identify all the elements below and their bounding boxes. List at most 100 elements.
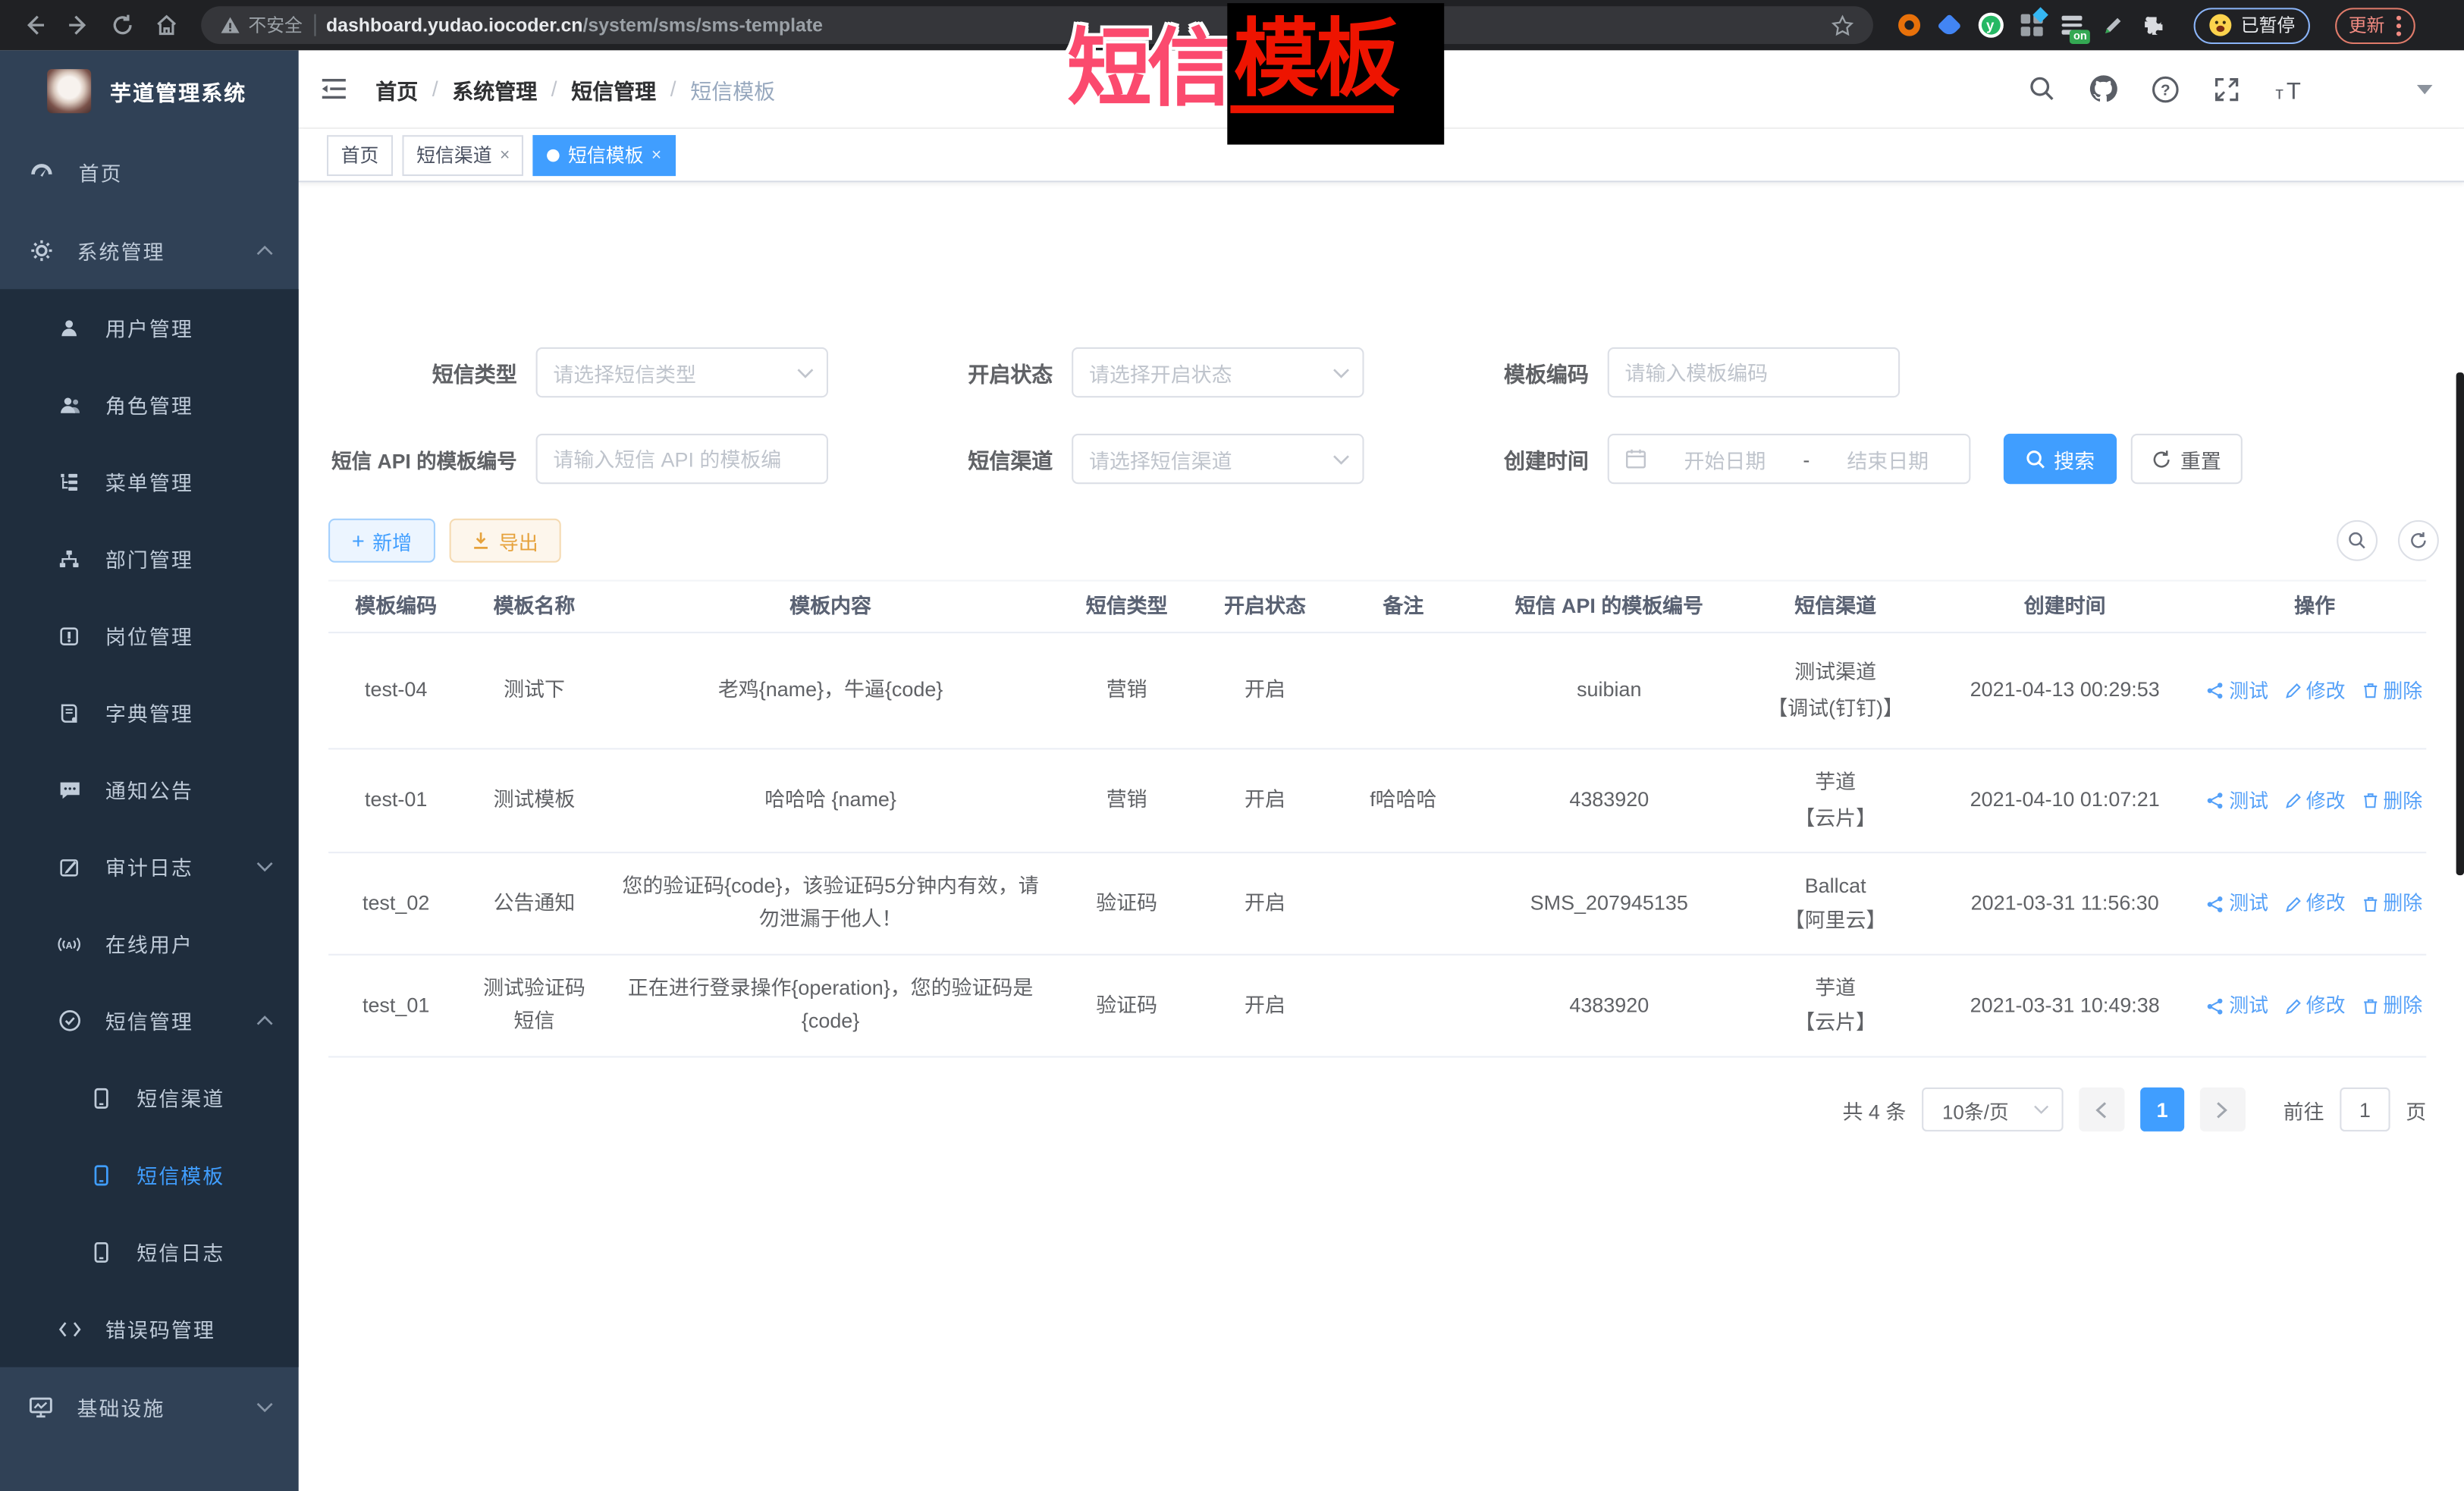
close-icon[interactable]: × bbox=[500, 146, 510, 165]
phone-icon bbox=[88, 1087, 113, 1109]
sidebar-item-infrastructure[interactable]: 基础设施 bbox=[0, 1367, 299, 1446]
next-page-button[interactable] bbox=[2200, 1088, 2246, 1132]
test-link[interactable]: 测试 bbox=[2207, 888, 2268, 919]
extension-pen-icon[interactable] bbox=[2099, 12, 2126, 39]
sidebar-item-error-codes[interactable]: 错误码管理 bbox=[0, 1290, 299, 1367]
delete-link[interactable]: 删除 bbox=[2361, 785, 2422, 816]
export-button[interactable]: 导出 bbox=[450, 519, 561, 563]
edit-link[interactable]: 修改 bbox=[2284, 990, 2346, 1021]
sidebar-item-sms[interactable]: 短信管理 bbox=[0, 982, 299, 1059]
app-logo-row[interactable]: 芋道管理系统 bbox=[0, 50, 299, 132]
sidebar-item-roles[interactable]: 角色管理 bbox=[0, 366, 299, 444]
tab-sms-channel[interactable]: 短信渠道 × bbox=[402, 134, 523, 175]
overlay-red-text: 模板 bbox=[1227, 3, 1444, 144]
sidebar-item-menus[interactable]: 菜单管理 bbox=[0, 443, 299, 520]
select-placeholder: 请选择开启状态 bbox=[1089, 357, 1232, 387]
search-icon[interactable] bbox=[2029, 75, 2055, 102]
tab-home[interactable]: 首页 bbox=[327, 134, 393, 175]
search-button[interactable]: 搜索 bbox=[2004, 434, 2117, 484]
chevron-right-icon bbox=[2217, 1100, 2230, 1118]
sms-channel-select[interactable]: 请选择短信渠道 bbox=[1072, 434, 1364, 484]
toggle-search-button[interactable] bbox=[2337, 520, 2378, 561]
sidebar-item-users[interactable]: 用户管理 bbox=[0, 289, 299, 366]
pagination-total: 共 4 条 bbox=[1842, 1094, 1906, 1124]
extension-onlist-icon[interactable]: on bbox=[2058, 12, 2085, 39]
breadcrumb-system[interactable]: 系统管理 bbox=[452, 73, 537, 104]
sidebar-item-sms-channel[interactable]: 短信渠道 bbox=[0, 1059, 299, 1137]
address-bar[interactable]: 不安全 dashboard.yudao.iocoder.cn/system/sm… bbox=[201, 6, 1873, 44]
extensions-puzzle-icon[interactable] bbox=[2140, 12, 2167, 39]
github-icon[interactable] bbox=[2089, 74, 2118, 103]
add-button[interactable]: + 新增 bbox=[328, 519, 435, 563]
reload-icon[interactable] bbox=[104, 6, 142, 44]
sidebar-item-dictionary[interactable]: 字典管理 bbox=[0, 674, 299, 752]
table-row[interactable]: test-04 测试下 老鸡{name}，牛逼{code} 营销 开启 suib… bbox=[328, 633, 2426, 749]
forward-icon[interactable] bbox=[60, 6, 98, 44]
extension-orange-ring-icon[interactable] bbox=[1895, 12, 1922, 39]
page-size-select[interactable]: 10条/页 bbox=[1922, 1088, 2063, 1132]
help-icon[interactable]: ? bbox=[2152, 74, 2180, 102]
user-avatar[interactable] bbox=[2341, 67, 2384, 110]
svg-text:?: ? bbox=[2161, 81, 2171, 99]
breadcrumb-sms[interactable]: 短信管理 bbox=[571, 73, 656, 104]
test-link[interactable]: 测试 bbox=[2207, 675, 2268, 706]
test-link[interactable]: 测试 bbox=[2207, 785, 2268, 816]
browser-menu-icon[interactable] bbox=[2396, 15, 2400, 36]
browser-update-button[interactable]: 更新 bbox=[2334, 7, 2415, 43]
browser-scrollbar-thumb[interactable] bbox=[2456, 372, 2464, 875]
edit-link[interactable]: 修改 bbox=[2284, 675, 2346, 706]
page-suffix: 页 bbox=[2406, 1094, 2426, 1124]
table-row[interactable]: test_02 公告通知 您的验证码{code}，该验证码5分钟内有效，请勿泄漏… bbox=[328, 853, 2426, 956]
test-link[interactable]: 测试 bbox=[2207, 990, 2268, 1021]
home-icon[interactable] bbox=[148, 6, 186, 44]
sidebar-item-system[interactable]: 系统管理 bbox=[0, 211, 299, 290]
tab-sms-template[interactable]: 短信模板 × bbox=[533, 134, 675, 175]
api-template-id-input[interactable] bbox=[553, 447, 811, 471]
security-warning[interactable]: 不安全 bbox=[220, 13, 303, 38]
back-icon[interactable] bbox=[16, 6, 54, 44]
delete-link[interactable]: 删除 bbox=[2361, 675, 2422, 706]
extension-y-icon[interactable]: y bbox=[1977, 12, 2004, 39]
sidebar-collapse-icon[interactable] bbox=[321, 77, 347, 101]
table-row[interactable]: test-01 测试模板 哈哈哈 {name} 营销 开启 f哈哈哈 43839… bbox=[328, 749, 2426, 853]
fullscreen-icon[interactable] bbox=[2212, 74, 2240, 102]
end-date-placeholder[interactable]: 结束日期 bbox=[1822, 444, 1954, 473]
sidebar-item-announcements[interactable]: 通知公告 bbox=[0, 751, 299, 828]
sidebar-item-label: 部门管理 bbox=[105, 544, 193, 573]
template-code-input[interactable] bbox=[1625, 361, 1883, 385]
refresh-table-button[interactable] bbox=[2398, 520, 2439, 561]
delete-link-label: 删除 bbox=[2383, 785, 2422, 816]
caret-down-icon[interactable] bbox=[2417, 84, 2433, 93]
extension-kite-icon[interactable] bbox=[1936, 12, 1963, 39]
extension-grid-icon[interactable] bbox=[2018, 12, 2045, 39]
sidebar-item-departments[interactable]: 部门管理 bbox=[0, 520, 299, 598]
goto-page-input[interactable] bbox=[2340, 1088, 2390, 1132]
delete-link-label: 删除 bbox=[2383, 990, 2422, 1021]
edit-link[interactable]: 修改 bbox=[2284, 888, 2346, 919]
delete-link[interactable]: 删除 bbox=[2361, 888, 2422, 919]
breadcrumb-separator: / bbox=[551, 77, 557, 101]
prev-page-button[interactable] bbox=[2079, 1088, 2124, 1132]
font-size-icon[interactable]: тT bbox=[2274, 76, 2309, 101]
table-row[interactable]: test_01 测试验证码短信 正在进行登录操作{operation}，您的验证… bbox=[328, 956, 2426, 1058]
sms-type-select[interactable]: 请选择短信类型 bbox=[536, 347, 828, 397]
date-range-picker[interactable]: 开始日期 - 结束日期 bbox=[1608, 434, 1971, 484]
breadcrumb-home[interactable]: 首页 bbox=[375, 73, 418, 104]
sidebar-item-sms-log[interactable]: 短信日志 bbox=[0, 1213, 299, 1291]
start-date-placeholder[interactable]: 开始日期 bbox=[1659, 444, 1791, 473]
close-icon[interactable]: × bbox=[651, 146, 661, 165]
bookmark-star-icon[interactable] bbox=[1831, 14, 1854, 37]
sidebar-item-sms-template[interactable]: 短信模板 bbox=[0, 1136, 299, 1213]
open-status-select[interactable]: 请选择开启状态 bbox=[1072, 347, 1364, 397]
sidebar-item-posts[interactable]: 岗位管理 bbox=[0, 597, 299, 674]
filter-template-code: 模板编码 bbox=[1370, 347, 1900, 397]
delete-link[interactable]: 删除 bbox=[2361, 990, 2422, 1021]
current-page-button[interactable]: 1 bbox=[2140, 1088, 2184, 1132]
api-template-id-input-wrap bbox=[536, 434, 828, 484]
reset-button[interactable]: 重置 bbox=[2131, 434, 2243, 484]
sidebar-item-audit-log[interactable]: 审计日志 bbox=[0, 828, 299, 906]
edit-link[interactable]: 修改 bbox=[2284, 785, 2346, 816]
profile-paused-badge[interactable]: 已暂停 bbox=[2194, 7, 2309, 43]
sidebar-item-home[interactable]: 首页 bbox=[0, 132, 299, 211]
sidebar-item-online-users[interactable]: A 在线用户 bbox=[0, 906, 299, 983]
